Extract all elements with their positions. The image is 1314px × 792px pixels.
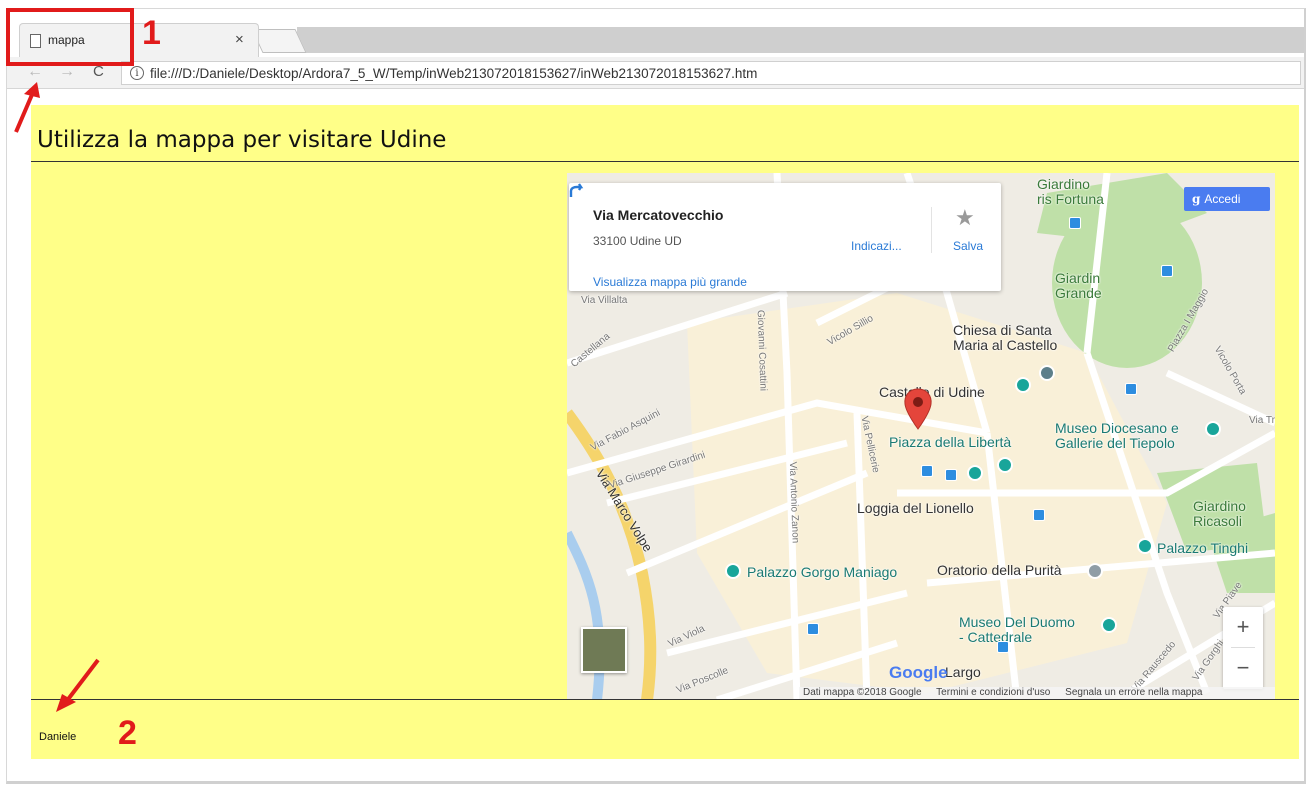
annotation-number-1: 1 bbox=[142, 14, 161, 52]
title-divider bbox=[31, 161, 1299, 162]
directions-icon[interactable] bbox=[569, 183, 585, 199]
label-museo-diocesano: Museo Diocesano e Gallerie del Tiepolo bbox=[1055, 420, 1179, 451]
tab-strip-background bbox=[297, 27, 1304, 53]
palazzo-tinghi-poi-icon[interactable] bbox=[1137, 538, 1153, 554]
label-giardino-ricasoli: Giardino Ricasoli bbox=[1193, 498, 1246, 529]
signin-button[interactable]: g Accedi bbox=[1184, 187, 1270, 211]
tab-highlight-box bbox=[6, 8, 134, 66]
map-data-credit: Dati mappa ©2018 Google bbox=[803, 687, 922, 698]
label-oratorio: Oratorio della Purità bbox=[937, 562, 1062, 578]
label-via-antonio-zanon: Via Antonio Zanon bbox=[786, 461, 801, 544]
label-palazzo-tinghi: Palazzo Tinghi bbox=[1157, 540, 1249, 556]
bus-stop-icon[interactable] bbox=[921, 465, 933, 477]
info-icon[interactable]: i bbox=[130, 66, 144, 80]
label-giardino-fortuna: Giardino ris Fortuna bbox=[1037, 176, 1104, 207]
label-museo-duomo: Museo Del Duomo - Cattedrale bbox=[959, 614, 1075, 645]
satellite-toggle[interactable] bbox=[581, 627, 627, 673]
google-logo: Google bbox=[889, 663, 948, 682]
label-giovanni-cosattini: Giovanni Cosattini bbox=[754, 309, 769, 392]
oratorio-poi-icon[interactable] bbox=[1087, 563, 1103, 579]
larger-map-link[interactable]: Visualizza mappa più grande bbox=[593, 275, 747, 289]
location-pin-icon[interactable] bbox=[903, 387, 933, 431]
place-street: Via Mercatovecchio bbox=[593, 207, 724, 223]
directions-button[interactable]: Indicazi... bbox=[851, 239, 902, 253]
url-input[interactable]: i file:///D:/Daniele/Desktop/Ardora7_5_W… bbox=[121, 61, 1301, 85]
report-error-link[interactable]: Segnala un errore nella mappa bbox=[1065, 687, 1202, 698]
url-text: file:///D:/Daniele/Desktop/Ardora7_5_W/T… bbox=[150, 66, 758, 81]
bus-stop-icon[interactable] bbox=[997, 641, 1009, 653]
save-button[interactable]: Salva bbox=[953, 239, 983, 253]
monument-poi-icon[interactable] bbox=[967, 465, 983, 481]
star-icon[interactable]: ★ bbox=[955, 205, 975, 231]
label-piazza-liberta: Piazza della Libertà bbox=[889, 434, 1012, 450]
castello-poi-icon[interactable] bbox=[1015, 377, 1031, 393]
bus-stop-icon[interactable] bbox=[1125, 383, 1137, 395]
annotation-number-2: 2 bbox=[118, 714, 137, 752]
browser-window: mappa × ← → C i file:///D:/Daniele/Deskt… bbox=[6, 8, 1306, 784]
author-name: Daniele bbox=[39, 731, 77, 743]
place-city: 33100 Udine UD bbox=[593, 234, 682, 248]
signin-label: Accedi bbox=[1204, 192, 1241, 206]
page-content: Utilizza la mappa per visitare Udine Gia… bbox=[31, 105, 1299, 759]
label-via-tre: Via Tre bbox=[1249, 415, 1275, 426]
zoom-control: + − bbox=[1223, 607, 1263, 689]
card-divider bbox=[931, 207, 932, 253]
zoom-out-button[interactable]: − bbox=[1223, 648, 1263, 688]
terms-link[interactable]: Termini e condizioni d'uso bbox=[936, 687, 1050, 698]
museo-diocesano-poi-icon[interactable] bbox=[1205, 421, 1221, 437]
label-loggia: Loggia del Lionello bbox=[857, 500, 974, 516]
label-palazzo-gorgo: Palazzo Gorgo Maniago bbox=[747, 564, 898, 580]
bus-stop-icon[interactable] bbox=[1161, 265, 1173, 277]
map-embed[interactable]: Giardino ris Fortuna Giardin Grande Chiesa… bbox=[567, 173, 1275, 700]
place-info-card: Via Mercatovecchio 33100 Udine UD Visual… bbox=[569, 183, 1001, 291]
palazzo-gorgo-poi-icon[interactable] bbox=[725, 563, 741, 579]
google-g-icon: g bbox=[1192, 192, 1201, 206]
bus-stop-icon[interactable] bbox=[1069, 217, 1081, 229]
bus-stop-icon[interactable] bbox=[807, 623, 819, 635]
zoom-in-button[interactable]: + bbox=[1223, 607, 1263, 647]
tab-close-icon[interactable]: × bbox=[235, 31, 244, 48]
tab-strip: mappa × bbox=[7, 23, 1304, 57]
label-via-villalta: Via Villalta bbox=[581, 295, 628, 306]
page-title: Utilizza la mappa per visitare Udine bbox=[37, 127, 447, 153]
footer-divider bbox=[31, 699, 1299, 700]
arrow-icon bbox=[14, 82, 40, 133]
label-giardin-grande: Giardin Grande bbox=[1055, 270, 1102, 301]
camera-poi-icon[interactable] bbox=[997, 457, 1013, 473]
museo-duomo-poi-icon[interactable] bbox=[1101, 617, 1117, 633]
label-largo: Largo bbox=[945, 664, 981, 680]
arrow-icon bbox=[56, 658, 100, 712]
address-bar: ← → C i file:///D:/Daniele/Desktop/Ardor… bbox=[7, 57, 1304, 89]
bus-stop-icon[interactable] bbox=[945, 469, 957, 481]
chiesa-poi-icon[interactable] bbox=[1039, 365, 1055, 381]
bus-stop-icon[interactable] bbox=[1033, 509, 1045, 521]
label-chiesa: Chiesa di Santa Maria al Castello bbox=[953, 322, 1058, 353]
